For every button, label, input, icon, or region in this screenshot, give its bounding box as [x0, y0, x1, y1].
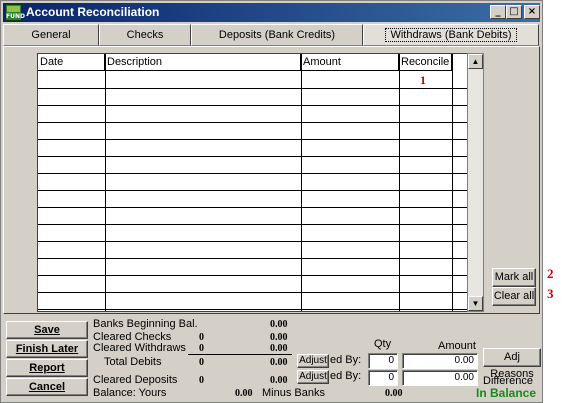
report-button-label: Report — [29, 362, 65, 374]
tab-deposits[interactable]: Deposits (Bank Credits) — [191, 24, 363, 46]
cleared-deposits-value: 0.00 — [270, 375, 288, 386]
save-button-label: Save — [34, 324, 60, 336]
total-debits-count: 0 — [199, 357, 204, 368]
row-divider — [38, 156, 468, 157]
finish-later-button[interactable]: Finish Later — [6, 340, 88, 358]
adjust-credits-qty-input[interactable]: 0 — [368, 370, 398, 386]
adjusted-credits-label: ed By: — [330, 370, 362, 382]
banks-beginning-label: Banks Beginning Bal. — [93, 318, 198, 330]
minus-banks-value: 0.00 — [385, 388, 403, 399]
row-divider — [38, 275, 468, 276]
amount-header: Amount — [438, 340, 476, 352]
adjust-debits-amount-input[interactable]: 0.00 — [402, 353, 478, 369]
finish-later-button-label: Finish Later — [15, 343, 79, 355]
cleared-withdraws-label: Cleared Withdraws — [93, 342, 186, 354]
column-header-amount[interactable]: Amount — [301, 54, 399, 71]
row-divider — [38, 224, 468, 225]
row-divider — [38, 105, 468, 106]
column-header-description[interactable]: Description — [105, 54, 301, 71]
title-bar[interactable]: FUND Account Reconciliation _ □ × — [3, 3, 540, 22]
fund-app-icon: FUND — [5, 4, 25, 21]
row-divider — [38, 190, 468, 191]
row-divider — [38, 241, 468, 242]
totals-divider — [188, 354, 292, 355]
row-divider — [38, 173, 468, 174]
row-divider — [38, 139, 468, 140]
tab-general-label: General — [31, 29, 71, 41]
adjust-credits-button[interactable]: Adjust — [297, 370, 329, 384]
withdraws-grid[interactable]: Date Description Amount Reconcile 1 — [37, 53, 469, 312]
minus-banks-label: Minus Banks — [262, 387, 325, 399]
cancel-button[interactable]: Cancel — [6, 378, 88, 396]
adj-reasons-button[interactable]: Adj Reasons — [483, 348, 541, 380]
maximize-icon[interactable]: □ — [506, 5, 522, 19]
tab-checks[interactable]: Checks — [99, 24, 191, 46]
clear-all-button[interactable]: Clear all — [492, 287, 536, 306]
adjust-credits-amount-input[interactable]: 0.00 — [402, 370, 478, 386]
banks-beginning-value: 0.00 — [270, 319, 288, 330]
column-divider — [452, 54, 453, 311]
scroll-down-icon[interactable]: ▼ — [468, 296, 483, 311]
balance-yours-label: Balance: Yours — [93, 387, 167, 399]
mark-all-button[interactable]: Mark all — [492, 268, 536, 287]
row-divider — [38, 207, 468, 208]
tab-withdraws-label: Withdraws (Bank Debits) — [385, 28, 517, 42]
row-divider — [38, 309, 468, 310]
marker-3: 3 — [547, 286, 554, 301]
cleared-deposits-label: Cleared Deposits — [93, 374, 178, 386]
row-divider — [38, 258, 468, 259]
balance-yours-value: 0.00 — [235, 388, 253, 399]
account-reconciliation-window: FUND Account Reconciliation _ □ × Genera… — [0, 0, 543, 403]
tab-deposits-label: Deposits (Bank Credits) — [218, 29, 336, 41]
adjust-debits-qty-input[interactable]: 0 — [368, 353, 398, 369]
adjust-debits-button[interactable]: Adjust — [297, 354, 329, 368]
tab-withdraws[interactable]: Withdraws (Bank Debits) — [363, 24, 539, 46]
column-divider — [105, 54, 106, 311]
cleared-checks-count: 0 — [199, 332, 204, 343]
qty-header: Qty — [374, 338, 392, 350]
row-divider — [38, 122, 468, 123]
close-icon[interactable]: × — [524, 5, 540, 19]
minimize-icon[interactable]: _ — [490, 5, 506, 19]
tab-general[interactable]: General — [3, 24, 99, 46]
total-debits-value: 0.00 — [270, 357, 288, 368]
window-title: Account Reconciliation — [26, 5, 160, 19]
scroll-up-icon[interactable]: ▲ — [468, 54, 483, 69]
column-header-date[interactable]: Date — [38, 54, 105, 71]
save-button[interactable]: Save — [6, 321, 88, 339]
cancel-button-label: Cancel — [28, 381, 66, 393]
row-divider — [38, 292, 468, 293]
reconcile-cell-row-1[interactable]: 1 — [420, 73, 426, 88]
cleared-deposits-count: 0 — [199, 375, 204, 386]
column-divider — [399, 54, 400, 311]
tab-checks-label: Checks — [126, 29, 164, 41]
column-divider — [301, 54, 302, 311]
grid-scrollbar[interactable]: ▲ ▼ — [467, 53, 484, 312]
row-divider — [38, 88, 468, 89]
cleared-withdraws-value: 0.00 — [270, 343, 288, 354]
marker-2: 2 — [547, 266, 554, 281]
total-debits-label: Total Debits — [104, 356, 162, 368]
balance-status: In Balance — [476, 386, 537, 400]
adjusted-debits-label: ed By: — [330, 354, 362, 366]
cleared-withdraws-count: 0 — [199, 343, 204, 354]
column-header-reconcile[interactable]: Reconcile — [399, 54, 452, 71]
cleared-checks-value: 0.00 — [270, 332, 288, 343]
report-button[interactable]: Report — [6, 359, 88, 377]
